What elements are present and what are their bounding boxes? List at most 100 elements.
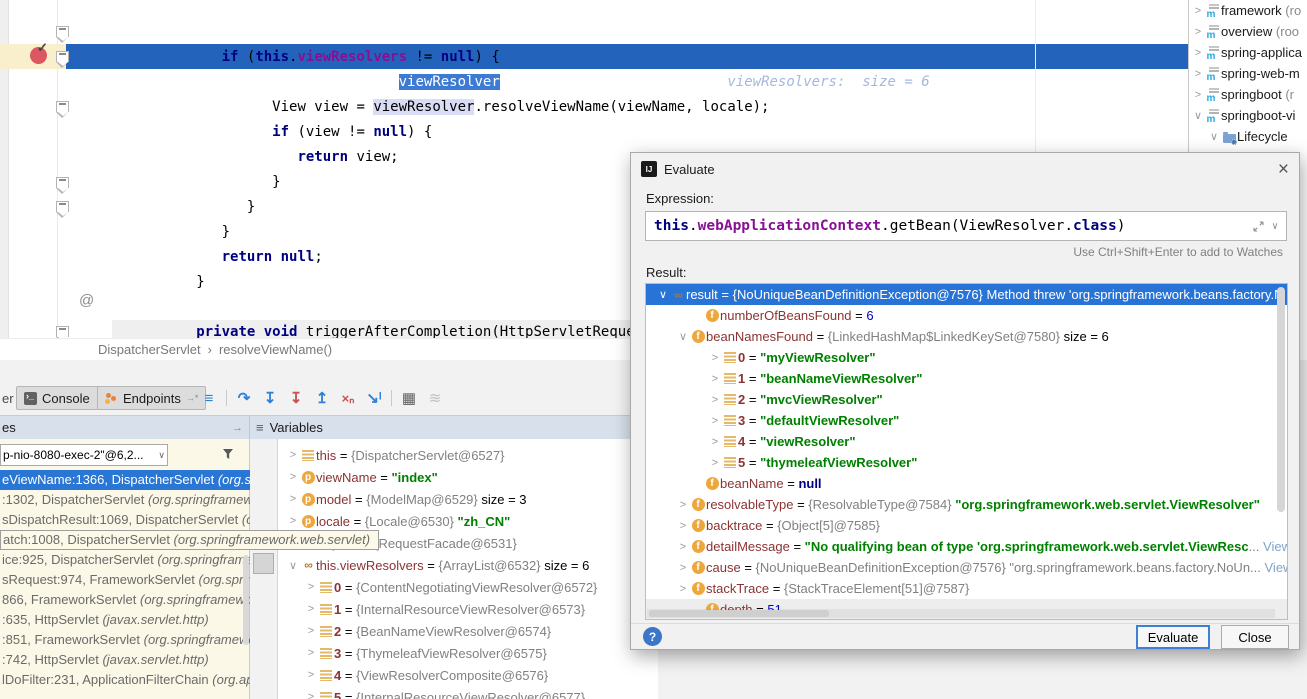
tree-row[interactable]: ∨ springboot-vi [1189, 105, 1307, 126]
tab-endpoints[interactable]: Endpoints →* [97, 386, 206, 410]
result-row[interactable]: ∨ beanNamesFound = {LinkedHashMap$Linked… [646, 326, 1287, 347]
frame-row[interactable]: eViewName:1366, DispatcherServlet (org.s… [0, 470, 250, 490]
variable-row[interactable]: > 0 = {ContentNegotiatingViewResolver@65… [278, 576, 658, 598]
close-button[interactable]: Close [1221, 625, 1289, 649]
result-row[interactable]: > backtrace = {Object[5]@7585} [646, 515, 1287, 536]
frame-row[interactable]: ice:925, DispatcherServlet (org.springfr… [0, 550, 250, 570]
result-row[interactable]: > cause = {NoUniqueBeanDefinitionExcepti… [646, 557, 1287, 578]
chevron-icon[interactable]: > [304, 625, 318, 637]
result-row[interactable]: > 5 = "thymeleafViewResolver" [646, 452, 1287, 473]
breadcrumb-method[interactable]: resolveViewName() [219, 342, 332, 357]
chevron-icon[interactable]: ∨ [1207, 130, 1221, 143]
result-row[interactable]: > 4 = "viewResolver" [646, 431, 1287, 452]
chevron-icon[interactable]: > [708, 394, 722, 406]
tree-row[interactable]: > spring-web-m [1189, 63, 1307, 84]
add-watch-button[interactable] [253, 443, 274, 464]
history-chevron-icon[interactable]: ∨ [1272, 221, 1278, 232]
fold-marker-icon[interactable] [56, 201, 69, 212]
result-vertical-scrollbar[interactable] [1277, 287, 1285, 512]
result-horizontal-scrollbar[interactable] [647, 609, 1275, 618]
filter-frames-icon[interactable] [216, 447, 240, 463]
frame-row[interactable]: :635, HttpServlet (javax.servlet.http) [0, 610, 250, 630]
result-row[interactable]: > stackTrace = {StackTraceElement[51]@75… [646, 578, 1287, 599]
variable-row[interactable]: > locale = {Locale@6530} "zh_CN" [278, 510, 658, 532]
tab-debugger-partial[interactable]: er [2, 391, 14, 406]
variable-row[interactable]: > model = {ModelMap@6529} size = 3 [278, 488, 658, 510]
chevron-icon[interactable]: > [1191, 47, 1205, 59]
chevron-icon[interactable]: > [286, 471, 300, 483]
frames-scrollbar[interactable] [243, 555, 249, 645]
expression-input[interactable]: this.webApplicationContext.getBean(ViewR… [645, 211, 1287, 241]
mute-breakpoints-icon[interactable]: ≡ [196, 387, 222, 409]
variable-row[interactable]: ∨ this.viewResolvers = {ArrayList@6532} … [278, 554, 658, 576]
chevron-icon[interactable]: > [708, 352, 722, 364]
remove-watch-button[interactable] [253, 467, 274, 488]
chevron-icon[interactable]: > [286, 515, 300, 527]
variable-row[interactable]: > 3 = {ThymeleafViewResolver@6575} [278, 642, 658, 664]
move-watch-up-button[interactable] [253, 491, 274, 512]
chevron-icon[interactable]: > [1191, 89, 1205, 101]
help-button[interactable]: ? [643, 627, 662, 646]
fold-marker-icon[interactable] [56, 177, 69, 188]
fold-marker-icon[interactable] [56, 26, 69, 37]
variable-row[interactable]: > this = {DispatcherServlet@6527} [278, 444, 658, 466]
chevron-icon[interactable]: > [708, 457, 722, 469]
chevron-icon[interactable]: > [708, 373, 722, 385]
frame-row[interactable]: 866, FrameworkServlet (org.springframewo [0, 590, 250, 610]
pin-icon[interactable]: → [232, 422, 243, 434]
tree-row[interactable]: ∨ Lifecycle [1189, 126, 1307, 147]
run-to-cursor-icon[interactable]: ↘ᴵ [361, 387, 387, 409]
breadcrumb-class[interactable]: DispatcherServlet [98, 342, 201, 357]
tree-row[interactable]: > overview (roo [1189, 21, 1307, 42]
frame-row[interactable]: :1302, DispatcherServlet (org.springfram… [0, 490, 250, 510]
fold-marker-icon[interactable] [56, 51, 69, 62]
chevron-icon[interactable]: > [708, 436, 722, 448]
show-watches-toggle[interactable] [253, 553, 274, 574]
chevron-icon[interactable]: > [1191, 68, 1205, 80]
layout-settings-icon[interactable]: ≋ [422, 387, 448, 409]
frame-row[interactable]: sRequest:974, FrameworkServlet (org.spri… [0, 570, 250, 590]
fold-marker-icon[interactable] [56, 101, 69, 112]
variable-row[interactable]: > 4 = {ViewResolverComposite@6576} [278, 664, 658, 686]
variable-row[interactable]: > 1 = {InternalResourceViewResolver@6573… [278, 598, 658, 620]
evaluate-expression-icon[interactable]: ▦ [396, 387, 422, 409]
fold-marker-icon[interactable] [56, 326, 69, 337]
chevron-icon[interactable]: > [1191, 26, 1205, 38]
chevron-icon[interactable]: > [1191, 5, 1205, 17]
step-out-icon[interactable]: ↥ [309, 387, 335, 409]
drop-frame-icon[interactable]: ×ₙ [335, 387, 361, 409]
tree-row[interactable]: > spring-applica [1189, 42, 1307, 63]
chevron-icon[interactable]: > [676, 562, 690, 574]
chevron-icon[interactable]: > [676, 583, 690, 595]
evaluate-button[interactable]: Evaluate [1136, 625, 1210, 649]
expand-editor-icon[interactable] [1253, 221, 1264, 232]
chevron-icon[interactable]: > [286, 493, 300, 505]
chevron-icon[interactable]: > [304, 603, 318, 615]
tree-row[interactable]: > framework (ro [1189, 0, 1307, 21]
variable-row[interactable]: > viewName = "index" [278, 466, 658, 488]
result-row[interactable]: beanName = null [646, 473, 1287, 494]
chevron-icon[interactable]: > [304, 669, 318, 681]
thread-selector[interactable]: p-nio-8080-exec-2"@6,2... ∨ [0, 444, 168, 466]
result-tree[interactable]: ∨ result = {NoUniqueBeanDefinitionExcept… [645, 283, 1288, 620]
result-row[interactable]: > 2 = "mvcViewResolver" [646, 389, 1287, 410]
result-row[interactable]: > resolvableType = {ResolvableType@7584}… [646, 494, 1287, 515]
toolbar-separator[interactable] [222, 387, 231, 409]
result-row[interactable]: > 0 = "myViewResolver" [646, 347, 1287, 368]
hamburger-icon[interactable]: ≡ [256, 420, 264, 435]
force-step-into-icon[interactable]: ↧ [283, 387, 309, 409]
chevron-icon[interactable]: ∨ [676, 330, 690, 343]
step-over-icon[interactable]: ↷ [231, 387, 257, 409]
result-row[interactable]: ∨ result = {NoUniqueBeanDefinitionExcept… [646, 284, 1287, 305]
result-row[interactable]: numberOfBeansFound = 6 [646, 305, 1287, 326]
step-into-icon[interactable]: ↧ [257, 387, 283, 409]
chevron-icon[interactable]: > [304, 647, 318, 659]
result-row[interactable]: > 3 = "defaultViewResolver" [646, 410, 1287, 431]
dialog-titlebar[interactable]: IJ Evaluate × [631, 153, 1299, 185]
chevron-icon[interactable]: ∨ [656, 288, 670, 301]
close-icon[interactable]: × [1278, 160, 1289, 179]
result-row[interactable]: > detailMessage = "No qualifying bean of… [646, 536, 1287, 557]
frame-row[interactable]: lDoFilter:231, ApplicationFilterChain (o… [0, 670, 250, 690]
chevron-icon[interactable]: > [676, 520, 690, 532]
chevron-icon[interactable]: > [676, 499, 690, 511]
